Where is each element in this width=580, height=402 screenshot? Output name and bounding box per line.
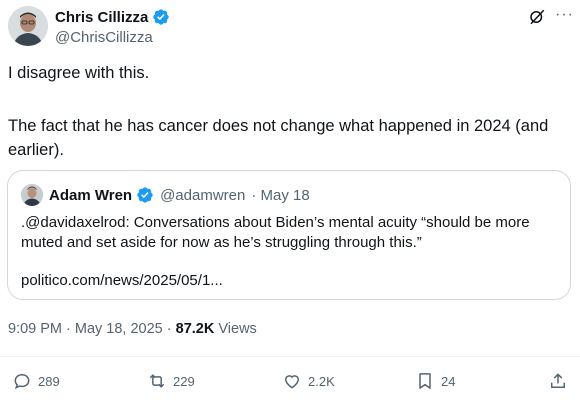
quoted-link[interactable]: politico.com/news/2025/05/1... [21,272,223,289]
views-label: Views [214,321,257,337]
author-handle[interactable]: @ChrisCillizza [55,29,153,46]
like-count: 2.2K [308,373,335,389]
bookmark-button[interactable]: 24 [415,371,455,391]
repost-icon [149,374,165,388]
bookmark-icon [419,373,431,389]
author-name[interactable]: Chris Cillizza [55,8,170,26]
quoted-text: .@davidaxelrod: Conversations about Bide… [21,214,530,251]
tweet-meta: 9:09 PM · May 18, 2025 · 87.2K Views [8,321,257,337]
verified-badge-icon [153,9,170,25]
share-icon [551,373,565,388]
views-count: 87.2K [175,321,215,337]
tweet-text-line1: I disagree with this. [8,64,150,82]
quoted-date[interactable]: · May 18 [251,187,309,204]
like-icon [284,375,300,389]
like-button[interactable]: 2.2K [282,371,335,391]
quoted-avatar[interactable] [21,184,43,206]
tweet-text-line2: The fact that he has cancer does not cha… [8,117,549,159]
repost-count: 229 [173,373,195,389]
repost-button[interactable]: 229 [147,371,195,391]
quoted-header: Adam Wren @adamwren · May 18 [49,186,310,204]
divider [0,356,580,357]
quoted-handle[interactable]: @adamwren [160,187,245,204]
bookmark-count: 24 [441,373,456,389]
reply-button[interactable]: 289 [12,371,60,391]
quoted-tweet[interactable]: Adam Wren @adamwren · May 18 .@davidaxel… [7,170,571,300]
reply-icon [14,373,30,390]
more-icon[interactable]: ··· [555,6,574,24]
quoted-name[interactable]: Adam Wren [49,187,132,204]
share-button[interactable] [548,371,568,391]
author-avatar[interactable] [8,6,48,46]
grok-icon[interactable] [528,8,546,26]
verified-badge-icon [137,187,153,203]
tweet-timestamp[interactable]: 9:09 PM · May 18, 2025 · [8,321,176,337]
author-name-text[interactable]: Chris Cillizza [55,9,148,26]
reply-count: 289 [38,373,60,389]
